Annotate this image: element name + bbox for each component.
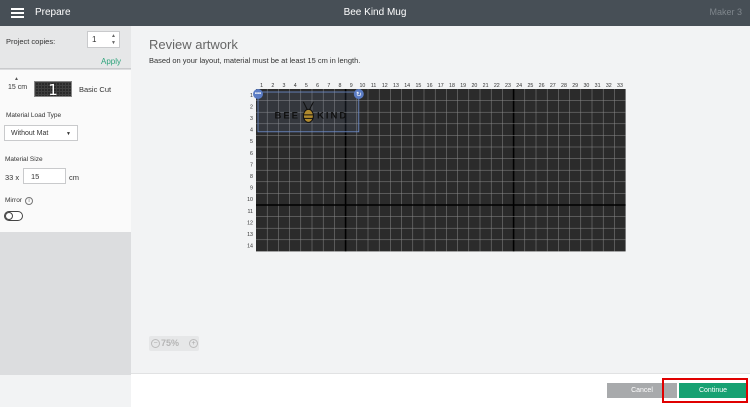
mat-row-label: 8 xyxy=(250,174,253,180)
material-load-label: Material Load Type xyxy=(6,112,62,119)
mat-column-label: 1 xyxy=(260,83,263,89)
project-copies-value: 1 xyxy=(92,35,97,44)
mat-column-label: 13 xyxy=(393,83,399,89)
zoom-level: 75% xyxy=(161,338,180,348)
review-title: Review artwork xyxy=(149,37,238,52)
mat-column-label: 6 xyxy=(316,83,319,89)
continue-button[interactable]: Continue xyxy=(679,383,747,398)
mat-column-label: 29 xyxy=(572,83,578,89)
mat-column-label: 15 xyxy=(415,83,421,89)
stepper-down-icon[interactable]: ▼ xyxy=(111,40,116,46)
material-size-label: Material Size xyxy=(5,156,43,163)
cancel-button[interactable]: Cancel xyxy=(607,383,677,398)
mat-column-label: 21 xyxy=(483,83,489,89)
bee-icon xyxy=(302,108,314,123)
mat-row-label: 9 xyxy=(250,186,253,192)
mat-column-label: 8 xyxy=(339,83,342,89)
mat-column-label: 4 xyxy=(294,83,297,89)
material-load-value: Without Mat xyxy=(11,130,49,137)
material-size-prefix: 33 x xyxy=(5,173,20,182)
mat-row-label: 11 xyxy=(248,209,254,215)
mat-column-label: 18 xyxy=(449,83,455,89)
mat-column-label: 23 xyxy=(505,83,511,89)
project-copies-label: Project copies: xyxy=(6,37,56,46)
mat-column-label: 19 xyxy=(460,83,466,89)
material-size-input[interactable]: 15 xyxy=(23,168,66,184)
mat-thumbnail[interactable]: 1 xyxy=(34,81,72,97)
mat-column-label: 22 xyxy=(494,83,500,89)
caret-down-icon: ▼ xyxy=(66,131,71,137)
mat-column-label: 16 xyxy=(427,83,433,89)
mat-row-label: 14 xyxy=(247,244,253,250)
project-title: Bee Kind Mug xyxy=(343,7,407,18)
stepper-up-icon[interactable]: ▲ xyxy=(111,33,116,39)
mat-column-label: 32 xyxy=(606,83,612,89)
apply-button[interactable]: Apply xyxy=(101,57,121,66)
artwork-text-left: BEE xyxy=(274,110,300,121)
material-load-select[interactable]: Without Mat ▼ xyxy=(4,125,78,141)
mirror-toggle[interactable] xyxy=(4,211,23,221)
mat-number: 1 xyxy=(48,81,58,97)
copies-section: Project copies: 1 ▲ ▼ Apply xyxy=(0,26,131,69)
mat-column-label: 10 xyxy=(359,83,365,89)
main-area: Review artwork Based on your layout, mat… xyxy=(131,26,750,373)
mat-column-label: 28 xyxy=(561,83,567,89)
mat-column-label: 17 xyxy=(438,83,444,89)
mat-row-label: 4 xyxy=(250,128,253,134)
zoom-in-button[interactable]: + xyxy=(189,339,198,348)
info-icon[interactable]: i xyxy=(25,197,33,205)
mat-column-label: 9 xyxy=(350,83,353,89)
mat-row-label: 13 xyxy=(247,232,253,238)
mat-row-label: 12 xyxy=(247,220,253,226)
mat-column-label: 25 xyxy=(527,83,533,89)
cut-type-label: Basic Cut xyxy=(79,85,112,94)
mat-column-label: 5 xyxy=(305,83,308,89)
mat-column-label: 12 xyxy=(382,83,388,89)
mat-row-label: 1 xyxy=(250,93,253,99)
mat-column-label: 14 xyxy=(404,83,410,89)
material-size-value: 15 xyxy=(31,172,40,181)
zoom-control: − 75% + xyxy=(149,336,199,351)
mat-column-label: 2 xyxy=(271,83,274,89)
footer-bar: Cancel Continue xyxy=(131,373,750,407)
project-copies-input[interactable]: 1 ▲ ▼ xyxy=(87,31,120,48)
left-panel: Project copies: 1 ▲ ▼ Apply ▲ 15 cm 1 Ba… xyxy=(0,26,131,407)
mat-column-label: 24 xyxy=(516,83,522,89)
rotate-icon: ↻ xyxy=(356,91,362,99)
mat-column-label: 33 xyxy=(617,83,623,89)
machine-label: Maker 3 xyxy=(709,7,742,17)
mat-column-label: 27 xyxy=(550,83,556,89)
length-arrow-icon: ▲ xyxy=(14,76,19,82)
mat-row-label: 2 xyxy=(250,104,253,110)
mirror-label: Mirror xyxy=(5,197,22,204)
mat-column-label: 3 xyxy=(283,83,286,89)
artwork-text-right: KIND xyxy=(317,110,348,121)
cutting-mat-preview[interactable]: 1 2 3 4 5 6 7 8 9 10 11 12 13 14 15 16 17 18 19 20 21 22 23 24 2… xyxy=(241,77,631,257)
mat-column-label: 7 xyxy=(327,83,330,89)
mat-row-label: 5 xyxy=(250,139,253,145)
more-options-icon: ••• xyxy=(255,92,261,98)
mat-column-label: 30 xyxy=(583,83,589,89)
top-bar: Prepare Bee Kind Mug Maker 3 xyxy=(0,0,750,26)
mat-row-label: 3 xyxy=(250,116,253,122)
mat-row-label: 10 xyxy=(247,197,253,203)
mat-length: 15 cm xyxy=(8,84,28,91)
toggle-knob xyxy=(5,212,13,220)
mat-column-label: 26 xyxy=(539,83,545,89)
mat-settings: ▲ 15 cm 1 Basic Cut Material Load Type W… xyxy=(0,70,131,232)
mat-row-label: 7 xyxy=(250,162,253,168)
review-subtitle: Based on your layout, material must be a… xyxy=(149,56,361,65)
mat-column-label: 31 xyxy=(595,83,601,89)
zoom-out-button[interactable]: − xyxy=(151,339,160,348)
left-panel-footer xyxy=(0,375,131,407)
mat-column-label: 11 xyxy=(371,83,377,89)
mat-row-label: 6 xyxy=(250,151,253,157)
material-size-unit: cm xyxy=(69,173,79,182)
mat-column-label: 20 xyxy=(471,83,477,89)
